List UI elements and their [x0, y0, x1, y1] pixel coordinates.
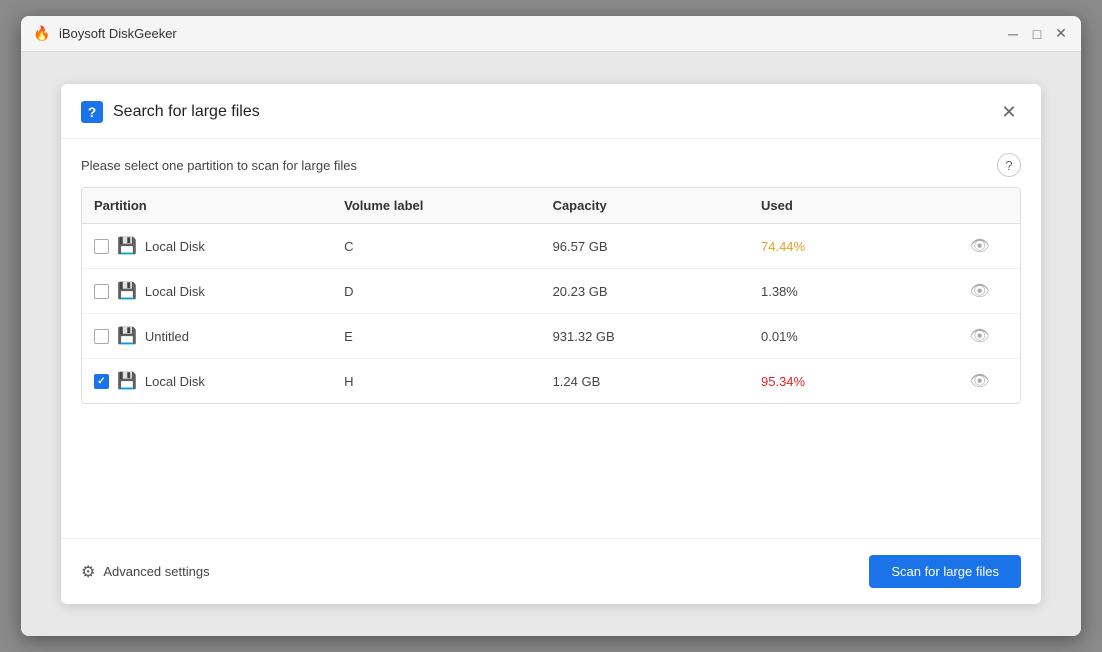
dialog-footer: ⚙ Advanced settings Scan for large files [61, 538, 1041, 604]
dialog-icon: ? [81, 101, 103, 123]
dialog-header: ? Search for large files ✕ [61, 84, 1041, 139]
eye-cell-h: 👁 [957, 359, 1020, 404]
app-icon: 🔥 [33, 25, 51, 43]
eye-icon-c[interactable]: 👁 [969, 238, 989, 255]
table-row: 💾 Local Disk C 96.57 GB 74.44% 👁 [82, 224, 1020, 269]
volume-label-e: E [332, 314, 540, 359]
col-used: Used [749, 188, 957, 224]
app-close-button[interactable]: ✕ [1053, 26, 1069, 42]
gear-icon: ⚙ [81, 562, 95, 582]
dialog-subtitle-text: Please select one partition to scan for … [81, 158, 357, 173]
app-title: iBoysoft DiskGeeker [59, 26, 1005, 41]
checkbox-d[interactable] [94, 284, 109, 299]
partition-cell-h: 💾 Local Disk [82, 359, 332, 404]
eye-cell-e: 👁 [957, 314, 1020, 359]
col-partition: Partition [82, 188, 332, 224]
partition-name-h: Local Disk [145, 374, 205, 389]
partition-cell-c: 💾 Local Disk [82, 224, 332, 269]
partition-cell-e: 💾 Untitled [82, 314, 332, 359]
partition-cell-d: 💾 Local Disk [82, 269, 332, 314]
disk-icon-c: 💾 [117, 236, 137, 256]
title-bar: 🔥 iBoysoft DiskGeeker ─ □ ✕ [21, 16, 1081, 52]
scan-button[interactable]: Scan for large files [869, 555, 1021, 588]
minimize-button[interactable]: ─ [1005, 26, 1021, 42]
partition-table: Partition Volume label Capacity Used [82, 188, 1020, 403]
dialog-title: Search for large files [113, 103, 997, 121]
eye-icon-d[interactable]: 👁 [969, 283, 989, 300]
partition-table-container: Partition Volume label Capacity Used [81, 187, 1021, 404]
eye-cell-d: 👁 [957, 269, 1020, 314]
volume-label-c: C [332, 224, 540, 269]
used-c: 74.44% [749, 224, 957, 269]
volume-label-h: H [332, 359, 540, 404]
used-e: 0.01% [749, 314, 957, 359]
table-header: Partition Volume label Capacity Used [82, 188, 1020, 224]
capacity-d: 20.23 GB [541, 269, 749, 314]
table-body: 💾 Local Disk C 96.57 GB 74.44% 👁 [82, 224, 1020, 404]
eye-icon-e[interactable]: 👁 [969, 328, 989, 345]
table-row: 💾 Local Disk H 1.24 GB 95.34% 👁 [82, 359, 1020, 404]
partition-name-e: Untitled [145, 329, 189, 344]
advanced-settings-button[interactable]: ⚙ Advanced settings [81, 562, 210, 582]
window-controls: ─ □ ✕ [1005, 26, 1069, 42]
disk-icon-d: 💾 [117, 281, 137, 301]
capacity-e: 931.32 GB [541, 314, 749, 359]
dialog-close-button[interactable]: ✕ [997, 100, 1021, 124]
used-h: 95.34% [749, 359, 957, 404]
checkbox-e[interactable] [94, 329, 109, 344]
capacity-h: 1.24 GB [541, 359, 749, 404]
search-large-files-dialog: ? Search for large files ✕ Please select… [61, 84, 1041, 604]
col-action [957, 188, 1020, 224]
disk-icon-h: 💾 [117, 371, 137, 391]
app-body: ? Search for large files ✕ Please select… [21, 52, 1081, 636]
table-row: 💾 Local Disk D 20.23 GB 1.38% 👁 [82, 269, 1020, 314]
table-row: 💾 Untitled E 931.32 GB 0.01% 👁 [82, 314, 1020, 359]
checkbox-c[interactable] [94, 239, 109, 254]
maximize-button[interactable]: □ [1029, 26, 1045, 42]
advanced-settings-label: Advanced settings [103, 564, 209, 579]
col-capacity: Capacity [541, 188, 749, 224]
checkbox-h[interactable] [94, 374, 109, 389]
capacity-c: 96.57 GB [541, 224, 749, 269]
app-window: 🔥 iBoysoft DiskGeeker ─ □ ✕ ? Search for… [21, 16, 1081, 636]
used-d: 1.38% [749, 269, 957, 314]
dialog-content: Partition Volume label Capacity Used [61, 187, 1041, 538]
volume-label-d: D [332, 269, 540, 314]
eye-icon-h[interactable]: 👁 [969, 373, 989, 390]
col-volume-label: Volume label [332, 188, 540, 224]
partition-name-c: Local Disk [145, 239, 205, 254]
partition-name-d: Local Disk [145, 284, 205, 299]
disk-icon-e: 💾 [117, 326, 137, 346]
help-button[interactable]: ? [997, 153, 1021, 177]
dialog-subtitle-row: Please select one partition to scan for … [61, 139, 1041, 187]
eye-cell-c: 👁 [957, 224, 1020, 269]
